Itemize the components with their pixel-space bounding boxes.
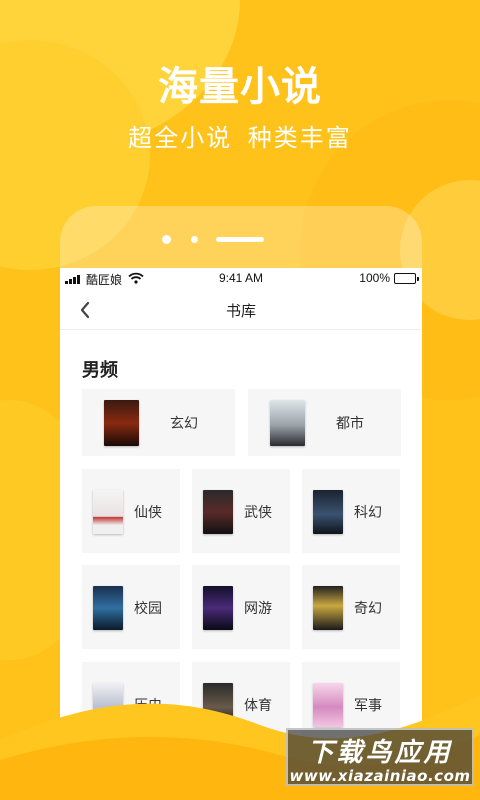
battery-icon — [394, 273, 419, 284]
book-cover — [203, 490, 233, 534]
book-cover — [313, 490, 343, 534]
category-label: 玄幻 — [170, 416, 198, 432]
category-label: 网游 — [244, 601, 272, 617]
page-dot-active — [216, 237, 264, 242]
watermark-text: 下载鸟应用 — [307, 738, 453, 768]
page-indicator — [60, 233, 422, 245]
category-card-xuanhuan[interactable]: 玄幻 — [82, 389, 235, 456]
book-cover — [93, 490, 123, 534]
section-title: 男频 — [82, 360, 118, 381]
category-label: 科幻 — [354, 505, 382, 521]
category-label: 奇幻 — [354, 601, 382, 617]
category-card-wuxia[interactable]: 武侠 — [192, 469, 290, 553]
category-label: 武侠 — [244, 505, 272, 521]
hero-subtitle: 超全小说 种类丰富 — [128, 124, 352, 152]
category-card-wangyou[interactable]: 网游 — [192, 565, 290, 649]
category-card-xianxia[interactable]: 仙侠 — [82, 469, 180, 553]
page-dot — [162, 235, 171, 244]
nav-bar: 书库 — [60, 290, 422, 330]
page-title: 书库 — [225, 302, 256, 320]
book-cover — [203, 586, 233, 630]
page-dot — [191, 236, 198, 243]
book-cover — [270, 400, 305, 446]
category-label: 都市 — [336, 416, 364, 432]
hero-title: 海量小说 — [158, 64, 322, 110]
book-cover — [313, 586, 343, 630]
book-cover — [104, 400, 139, 446]
watermark-url: www.xiazainiao.com — [289, 767, 471, 785]
category-card-xiaoyuan[interactable]: 校园 — [82, 565, 180, 649]
status-bar: 酷匠娘 9:41 AM 100% — [60, 268, 422, 290]
watermark-logo: 下载鸟应用 www.xiazainiao.com — [286, 728, 474, 786]
category-label: 校园 — [134, 601, 162, 617]
category-card-kehuan[interactable]: 科幻 — [302, 469, 400, 553]
category-card-dushi[interactable]: 都市 — [248, 389, 401, 456]
book-cover — [93, 586, 123, 630]
category-label: 仙侠 — [134, 505, 162, 521]
category-card-qihuan[interactable]: 奇幻 — [302, 565, 400, 649]
battery-percent: 100% — [359, 271, 390, 285]
